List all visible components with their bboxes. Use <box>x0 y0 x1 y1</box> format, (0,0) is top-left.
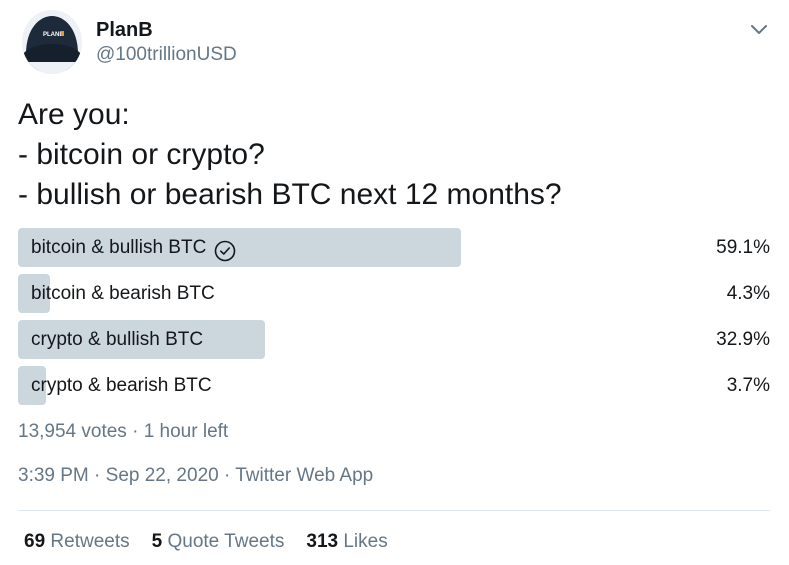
tweet-time: 3:39 PM <box>18 465 89 486</box>
poll-option-label: crypto & bearish BTC <box>31 375 212 396</box>
poll-option-percent: 3.7% <box>726 375 770 396</box>
vote-count: 13,954 votes <box>18 421 127 442</box>
tweet-timestamp: 3:39 PM · Sep 22, 2020 · Twitter Web App <box>18 464 373 488</box>
time-left: 1 hour left <box>143 421 229 442</box>
poll-option-label: bitcoin & bullish BTC <box>31 237 207 258</box>
retweets-stat[interactable]: 69 Retweets <box>24 530 130 554</box>
retweets-count: 69 <box>24 531 46 552</box>
tweet-text: Are you: - bitcoin or crypto? - bullish … <box>18 98 562 211</box>
separator: · <box>223 465 231 486</box>
author-handle[interactable]: @100trillionUSD <box>96 43 237 67</box>
poll-option-label: bitcoin & bearish BTC <box>31 283 215 304</box>
retweets-label: Retweets <box>50 531 130 552</box>
tweet-date: Sep 22, 2020 <box>105 465 219 486</box>
poll-option-percent: 32.9% <box>716 329 770 350</box>
poll-option: bitcoin & bearish BTC 4.3% <box>18 274 770 314</box>
check-circle-icon <box>214 237 236 261</box>
quote-tweets-count: 5 <box>151 531 163 552</box>
tweet-time-link[interactable]: 3:39 PM · Sep 22, 2020 <box>18 465 219 486</box>
poll-option: crypto & bullish BTC 32.9% <box>18 320 770 360</box>
tweet-header: PLANB PlanB @100trillionUSD <box>20 10 780 76</box>
likes-stat[interactable]: 313 Likes <box>306 530 387 554</box>
divider <box>18 510 770 511</box>
likes-count: 313 <box>306 531 339 552</box>
likes-label: Likes <box>343 531 388 552</box>
cap-image: PLANB <box>22 10 82 74</box>
quote-tweets-stat[interactable]: 5 Quote Tweets <box>152 530 285 554</box>
poll-option-percent: 59.1% <box>716 237 770 258</box>
poll-option: crypto & bearish BTC 3.7% <box>18 366 770 406</box>
poll-option-label: crypto & bullish BTC <box>31 329 204 350</box>
poll-option: bitcoin & bullish BTC 59.1% <box>18 228 770 268</box>
poll: bitcoin & bullish BTC 59.1% bitcoin & be… <box>18 228 770 412</box>
separator: · <box>132 421 139 442</box>
avatar[interactable]: PLANB <box>22 10 82 74</box>
author-name[interactable]: PlanB <box>96 18 153 42</box>
poll-meta: 13,954 votes · 1 hour left <box>18 420 228 444</box>
chevron-down-icon[interactable] <box>748 18 770 40</box>
quote-tweets-label: Quote Tweets <box>167 531 285 552</box>
separator: · <box>94 465 101 486</box>
tweet-source-link[interactable]: Twitter Web App <box>235 465 373 486</box>
poll-option-percent: 4.3% <box>726 283 770 304</box>
tweet-stats: 69 Retweets 5 Quote Tweets 313 Likes <box>24 530 410 554</box>
